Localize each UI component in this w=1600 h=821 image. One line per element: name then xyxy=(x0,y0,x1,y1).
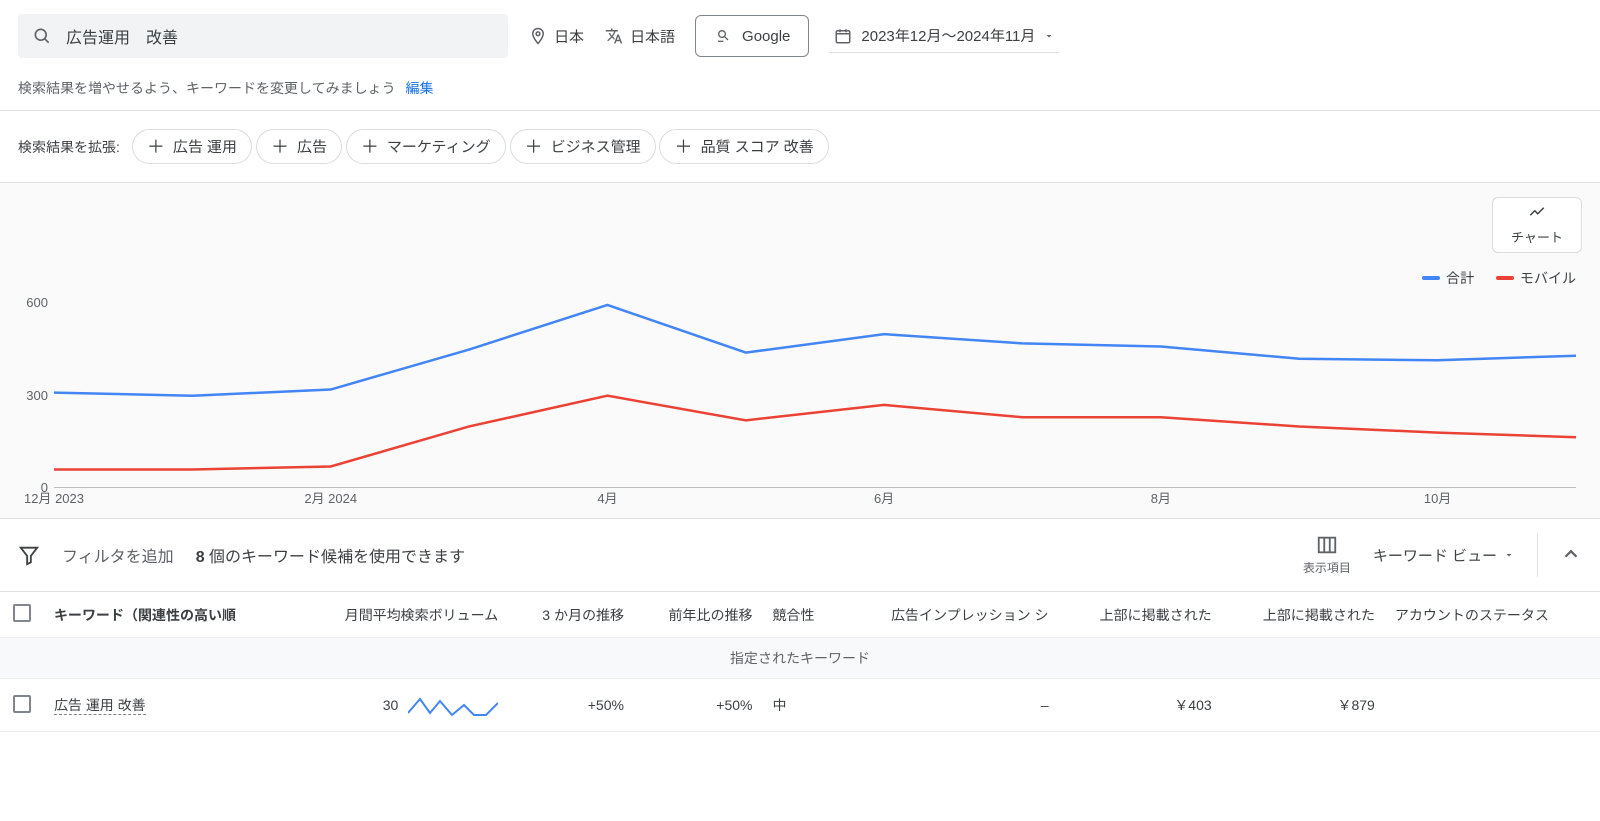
plus-icon: ＋ xyxy=(147,138,165,156)
keyword-search-input[interactable] xyxy=(64,26,494,46)
select-all-checkbox[interactable] xyxy=(13,604,31,622)
top-toolbar: 日本 日本語 Google 2023年12月～2024年11月 xyxy=(0,0,1600,72)
location-label: 日本 xyxy=(554,26,584,47)
keyword-view-selector[interactable]: キーワード ビュー xyxy=(1373,545,1515,566)
keyword-cell[interactable]: 広告 運用 改善 xyxy=(54,697,146,715)
yoy-cell: +50% xyxy=(634,679,763,732)
chart-plot-area: 0300600 xyxy=(54,288,1576,488)
translate-icon xyxy=(604,26,624,46)
add-filter-link[interactable]: フィルタを追加 xyxy=(62,543,174,567)
competition-cell: 中 xyxy=(763,679,840,732)
network-selector[interactable]: Google xyxy=(695,15,809,57)
impr-share-cell: – xyxy=(839,679,1058,732)
search-network-icon xyxy=(714,26,734,46)
keyword-search-box[interactable] xyxy=(18,14,508,58)
expand-label: 検索結果を拡張: xyxy=(18,137,120,157)
col-competition[interactable]: 競合性 xyxy=(763,592,840,638)
col-top-low[interactable]: 上部に掲載された xyxy=(1059,592,1222,638)
col-yoy[interactable]: 前年比の推移 xyxy=(634,592,763,638)
keyword-table: キーワード（関連性の高い順 月間平均検索ボリューム 3 か月の推移 前年比の推移… xyxy=(0,592,1600,732)
col-account-status[interactable]: アカウントのステータス xyxy=(1385,592,1600,638)
collapse-button[interactable] xyxy=(1560,543,1582,568)
columns-label: 表示項目 xyxy=(1303,559,1351,576)
col-impr-share[interactable]: 広告インプレッション シ xyxy=(839,592,1058,638)
legend-total: 合計 xyxy=(1422,268,1474,288)
toolbar-divider xyxy=(1537,533,1538,577)
plus-icon: ＋ xyxy=(361,138,379,156)
plus-icon: ＋ xyxy=(525,138,543,156)
expand-chip[interactable]: ＋マーケティング xyxy=(346,129,506,164)
table-row[interactable]: 広告 運用 改善30+50%+50%中–￥403￥879 xyxy=(0,679,1600,732)
hint-edit-link[interactable]: 編集 xyxy=(405,80,433,96)
network-label: Google xyxy=(742,28,790,45)
avg-vol-cell: 30 xyxy=(304,691,499,719)
table-header-row: キーワード（関連性の高い順 月間平均検索ボリューム 3 か月の推移 前年比の推移… xyxy=(0,592,1600,638)
date-range-label: 2023年12月～2024年11月 xyxy=(861,25,1035,46)
location-selector[interactable]: 日本 xyxy=(528,26,584,47)
col-top-high[interactable]: 上部に掲載された xyxy=(1222,592,1385,638)
sparkline-icon xyxy=(408,691,498,719)
plus-icon: ＋ xyxy=(271,138,289,156)
language-label: 日本語 xyxy=(630,26,675,47)
chart-type-button[interactable]: チャート xyxy=(1492,197,1582,253)
expand-search-row: 検索結果を拡張: ＋広告 運用 ＋広告 ＋マーケティング ＋ビジネス管理 ＋品質… xyxy=(0,111,1600,183)
col-avg-vol[interactable]: 月間平均検索ボリューム xyxy=(294,592,509,638)
top-low-cell: ￥403 xyxy=(1059,679,1222,732)
expand-chip[interactable]: ＋ビジネス管理 xyxy=(510,129,656,164)
filter-icon[interactable] xyxy=(18,544,40,566)
results-toolbar: フィルタを追加 8 個のキーワード候補を使用できます 表示項目 キーワード ビュ… xyxy=(0,518,1600,592)
col-three-month[interactable]: 3 か月の推移 xyxy=(508,592,634,638)
candidates-text: 8 個のキーワード候補を使用できます xyxy=(196,543,465,567)
chart-x-axis: 12月 20232月 20244月6月8月10月 xyxy=(54,488,1576,510)
chart-legend: 合計 モバイル xyxy=(18,267,1582,288)
chart-button-label: チャート xyxy=(1511,227,1563,246)
account-status-cell xyxy=(1385,679,1600,732)
top-high-cell: ￥879 xyxy=(1222,679,1385,732)
hint-row: 検索結果を増やせるよう、キーワードを変更してみましょう 編集 xyxy=(0,72,1600,111)
col-keyword[interactable]: キーワード（関連性の高い順 xyxy=(44,592,294,638)
date-range-selector[interactable]: 2023年12月～2024年11月 xyxy=(829,19,1059,53)
three-month-cell: +50% xyxy=(508,679,634,732)
plus-icon: ＋ xyxy=(674,138,692,156)
expand-chip[interactable]: ＋広告 xyxy=(256,129,342,164)
location-icon xyxy=(528,26,548,46)
columns-button[interactable]: 表示項目 xyxy=(1303,534,1351,576)
legend-mobile: モバイル xyxy=(1496,268,1576,288)
table-section-header: 指定されたキーワード xyxy=(0,638,1600,679)
search-icon xyxy=(32,26,52,46)
chevron-down-icon xyxy=(1043,26,1055,46)
calendar-icon xyxy=(833,26,853,46)
chart-zone: チャート 合計 モバイル 0300600 12月 20232月 20244月6月… xyxy=(0,183,1600,518)
row-checkbox[interactable] xyxy=(13,695,31,713)
expand-chip[interactable]: ＋広告 運用 xyxy=(132,129,252,164)
language-selector[interactable]: 日本語 xyxy=(604,26,675,47)
hint-text: 検索結果を増やせるよう、キーワードを変更してみましょう xyxy=(18,80,396,96)
trend-chart xyxy=(54,288,1576,488)
expand-chip[interactable]: ＋品質 スコア 改善 xyxy=(659,129,828,164)
